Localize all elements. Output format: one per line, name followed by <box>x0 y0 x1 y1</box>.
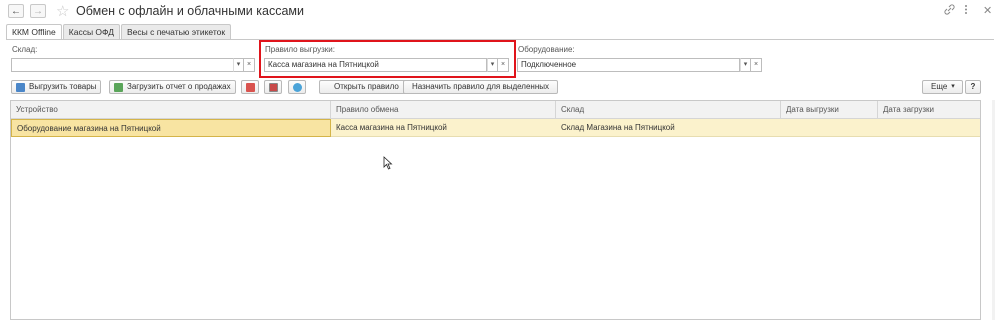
devices-table[interactable]: Устройство Правило обмена Склад Дата выг… <box>10 100 981 320</box>
mouse-cursor-icon <box>383 156 393 172</box>
warehouse-label: Склад: <box>12 45 38 54</box>
column-header[interactable]: Правило обмена <box>331 101 556 119</box>
title-bar: ← → ☆ Обмен с офлайн и облачными кассами… <box>0 0 1000 22</box>
equipment-dropdown-icon[interactable]: ▾ <box>740 58 751 72</box>
warehouse-dropdown-icon[interactable]: ▾ <box>233 58 244 72</box>
more-vert-icon[interactable] <box>964 4 968 18</box>
table-row[interactable]: Оборудование магазина на Пятницкой Касса… <box>11 119 980 137</box>
more-label: Еще <box>931 82 948 91</box>
open-rule-button[interactable]: Открыть правило <box>319 80 414 94</box>
open-rule-label: Открыть правило <box>334 82 399 91</box>
favorite-star-icon[interactable]: ☆ <box>56 2 69 20</box>
table-cell[interactable] <box>878 119 980 137</box>
table-header: Устройство Правило обмена Склад Дата выг… <box>11 101 980 119</box>
warehouse-clear-icon[interactable]: × <box>244 58 255 72</box>
chevron-down-icon: ▾ <box>951 83 955 90</box>
tab-bar: ККМ Offline Кассы ОФД Весы с печатью эти… <box>6 24 232 40</box>
table-cell[interactable] <box>781 119 878 137</box>
column-header[interactable]: Склад <box>556 101 781 119</box>
column-header[interactable]: Устройство <box>11 101 331 119</box>
load-report-label: Загрузить отчет о продажах <box>127 82 231 91</box>
tab-vesy[interactable]: Весы с печатью этикеток <box>120 24 232 40</box>
vertical-scrollbar[interactable] <box>992 100 995 320</box>
forward-button[interactable]: → <box>30 4 46 18</box>
page-title: Обмен с офлайн и облачными кассами <box>76 4 304 18</box>
back-button[interactable]: ← <box>8 4 24 18</box>
load-report-button[interactable]: Загрузить отчет о продажах <box>109 80 236 94</box>
refresh-button[interactable] <box>288 80 306 94</box>
equipment-field[interactable]: Подключенное <box>517 58 740 72</box>
table-icon <box>268 82 278 92</box>
assign-rule-label: Назначить правило для выделенных <box>412 82 550 91</box>
import-icon <box>114 82 123 92</box>
export-icon <box>16 82 25 92</box>
warehouse-field[interactable] <box>11 58 234 72</box>
close-icon[interactable]: ✕ <box>983 4 992 17</box>
equipment-clear-icon[interactable]: × <box>751 58 762 72</box>
table-cell[interactable]: Касса магазина на Пятницкой <box>331 119 556 137</box>
export-goods-label: Выгрузить товары <box>29 82 97 91</box>
delete-button[interactable] <box>241 80 259 94</box>
help-button[interactable]: ? <box>965 80 981 94</box>
link-icon[interactable] <box>944 4 955 18</box>
export-goods-button[interactable]: Выгрузить товары <box>11 80 102 94</box>
column-header[interactable]: Дата выгрузки <box>781 101 878 119</box>
table-cell[interactable]: Оборудование магазина на Пятницкой <box>11 119 331 137</box>
highlight-box <box>259 40 516 78</box>
refresh-icon <box>292 82 302 92</box>
more-button[interactable]: Еще ▾ <box>922 80 963 94</box>
delete-icon <box>245 82 255 92</box>
column-header[interactable]: Дата загрузки <box>878 101 980 119</box>
arrow-right-icon: → <box>33 5 43 17</box>
tab-kassy-ofd[interactable]: Кассы ОФД <box>62 24 120 40</box>
tab-kkm-offline[interactable]: ККМ Offline <box>6 24 62 40</box>
table-cell[interactable]: Склад Магазина на Пятницкой <box>556 119 781 137</box>
equipment-label: Оборудование: <box>518 45 575 54</box>
arrow-left-icon: ← <box>11 5 21 17</box>
table-settings-button[interactable] <box>264 80 282 94</box>
assign-rule-button[interactable]: Назначить правило для выделенных <box>403 80 559 94</box>
